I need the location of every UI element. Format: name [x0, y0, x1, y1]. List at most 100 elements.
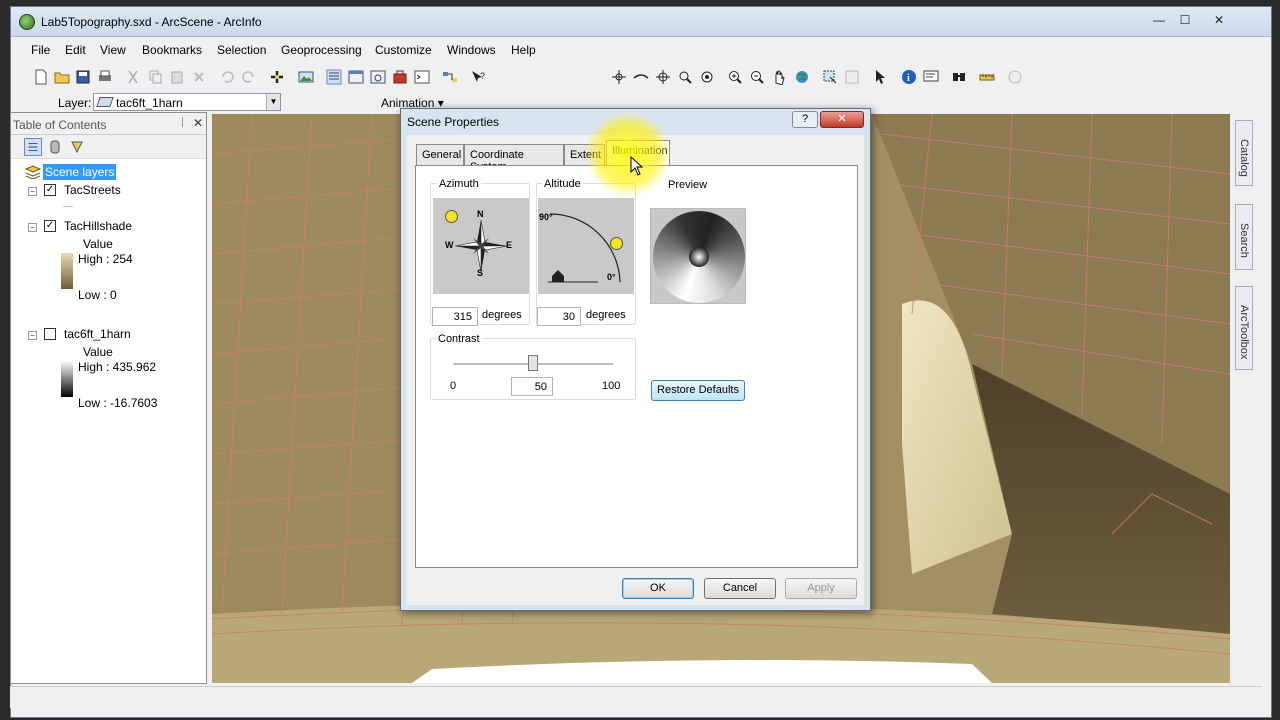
undo-icon[interactable] — [219, 69, 235, 85]
add-data-icon[interactable] — [269, 69, 285, 85]
tab-general[interactable]: General — [416, 144, 464, 165]
redo-icon[interactable] — [241, 69, 257, 85]
identify-icon[interactable]: i — [901, 69, 917, 85]
list-by-drawing-order-icon[interactable] — [24, 138, 42, 156]
whats-this-icon[interactable]: ? — [470, 69, 486, 85]
arctoolbox-dock-tab[interactable]: ArcToolbox — [1235, 286, 1253, 370]
menu-windows[interactable]: Windows — [447, 43, 496, 57]
list-by-source-icon[interactable] — [46, 138, 64, 156]
apply-button[interactable]: Apply — [785, 578, 857, 599]
menu-edit[interactable]: Edit — [65, 43, 86, 57]
arcscene-app-icon — [19, 14, 35, 30]
contrast-slider-thumb[interactable] — [528, 355, 538, 371]
fly-icon[interactable] — [633, 69, 649, 85]
menu-file[interactable]: File — [31, 43, 50, 57]
arctoolbox-icon[interactable] — [392, 69, 408, 85]
toc-toggle-icon[interactable] — [326, 69, 342, 85]
expand-tachillshade[interactable]: − — [28, 223, 37, 232]
tac6ft-high: High : 435.962 — [78, 360, 157, 374]
altitude-value-field[interactable]: 30 — [537, 307, 581, 326]
altitude-control[interactable]: 90° 0° — [538, 198, 634, 294]
print-icon[interactable] — [97, 69, 113, 85]
chevron-down-icon[interactable]: ▼ — [266, 94, 280, 110]
menu-geoprocessing[interactable]: Geoprocessing — [281, 43, 362, 57]
new-document-icon[interactable] — [33, 69, 49, 85]
time-slider-icon[interactable] — [1007, 69, 1023, 85]
toc-close-icon[interactable]: ✕ — [193, 116, 203, 130]
pin-icon[interactable]: ᛁ — [179, 117, 186, 129]
expand-tac6ft[interactable]: − — [28, 331, 37, 340]
zoom-out-icon[interactable] — [749, 69, 765, 85]
contrast-value-field[interactable]: 50 — [511, 377, 553, 396]
model-builder-icon[interactable] — [442, 69, 458, 85]
azimuth-value-field[interactable]: 315 — [432, 307, 478, 326]
azimuth-unit-label: degrees — [482, 309, 522, 321]
target-center-icon[interactable] — [655, 69, 671, 85]
altitude-sun-marker[interactable] — [610, 237, 623, 250]
tacstreets-visibility-checkbox[interactable]: ✓ — [44, 184, 56, 196]
delete-icon[interactable] — [191, 69, 207, 85]
full-extent-icon[interactable] — [794, 69, 810, 85]
contrast-max-label: 100 — [602, 380, 621, 392]
zoom-to-target-icon[interactable] — [677, 69, 693, 85]
paste-icon[interactable] — [169, 69, 185, 85]
navigate-icon[interactable] — [611, 69, 627, 85]
catalog-window-icon[interactable] — [348, 69, 364, 85]
open-folder-icon[interactable] — [54, 69, 70, 85]
dialog-title: Scene Properties — [407, 115, 500, 129]
tab-extent[interactable]: Extent — [564, 144, 605, 165]
layer-name-tac6ft[interactable]: tac6ft_1harn — [64, 327, 131, 341]
azimuth-control[interactable]: N S E W — [433, 198, 529, 294]
ok-button[interactable]: OK — [622, 578, 694, 599]
layer-name-tachillshade[interactable]: TacHillshade — [64, 219, 132, 233]
tab-coordinate-system[interactable]: Coordinate System — [464, 144, 564, 173]
html-popup-icon[interactable] — [923, 69, 939, 85]
menu-view[interactable]: View — [100, 43, 126, 57]
measure-icon[interactable] — [979, 69, 995, 85]
set-observer-icon[interactable] — [699, 69, 715, 85]
contrast-label: Contrast — [436, 333, 482, 345]
list-by-visibility-icon[interactable] — [68, 138, 86, 156]
scene-layers-root[interactable]: Scene layers — [43, 164, 117, 180]
menu-bookmarks[interactable]: Bookmarks — [142, 43, 202, 57]
copy-icon[interactable] — [147, 69, 163, 85]
find-icon[interactable] — [951, 69, 967, 85]
maximize-button[interactable]: ☐ — [1173, 11, 1197, 29]
table-of-contents: Table of Contents ᛁ ✕ Scene layers − ✓ T… — [10, 112, 207, 684]
tac6ft-visibility-checkbox[interactable] — [44, 328, 56, 340]
search-dock-tab[interactable]: Search — [1235, 204, 1253, 270]
expand-tacstreets[interactable]: − — [28, 187, 37, 196]
altitude-label: Altitude — [542, 178, 583, 190]
restore-defaults-button[interactable]: Restore Defaults — [651, 380, 745, 401]
cut-icon[interactable] — [125, 69, 141, 85]
menu-customize[interactable]: Customize — [375, 43, 432, 57]
clear-selection-icon[interactable] — [844, 69, 860, 85]
image-icon[interactable] — [298, 69, 314, 85]
tachillshade-high: High : 254 — [78, 252, 133, 266]
menu-selection[interactable]: Selection — [217, 43, 266, 57]
standard-toolbar: ? i — [11, 65, 1271, 89]
illumination-preview — [650, 208, 746, 304]
layer-name-tacstreets[interactable]: TacStreets — [64, 183, 121, 197]
tachillshade-visibility-checkbox[interactable]: ✓ — [44, 220, 56, 232]
save-icon[interactable] — [75, 69, 91, 85]
tachillshade-low: Low : 0 — [78, 288, 117, 302]
dialog-close-button[interactable]: ✕ — [820, 111, 864, 128]
select-elements-icon[interactable] — [873, 69, 889, 85]
minimize-button[interactable]: — — [1147, 11, 1171, 29]
dialog-help-button[interactable]: ? — [792, 111, 818, 128]
layer-dropdown[interactable]: tac6ft_1harn ▼ — [93, 93, 281, 111]
close-window-button[interactable]: ✕ — [1199, 11, 1239, 29]
azimuth-sun-marker[interactable] — [445, 210, 458, 223]
select-features-icon[interactable] — [822, 69, 838, 85]
status-bar — [10, 686, 1262, 708]
arctoolbox-tab-label: ArcToolbox — [1238, 305, 1250, 360]
toc-title: Table of Contents — [13, 118, 107, 132]
pan-icon[interactable] — [771, 69, 787, 85]
python-window-icon[interactable] — [414, 69, 430, 85]
catalog-dock-tab[interactable]: Catalog — [1235, 120, 1253, 186]
menu-help[interactable]: Help — [511, 43, 536, 57]
zoom-in-icon[interactable] — [727, 69, 743, 85]
cancel-button[interactable]: Cancel — [704, 578, 776, 599]
search-window-icon[interactable] — [370, 69, 386, 85]
